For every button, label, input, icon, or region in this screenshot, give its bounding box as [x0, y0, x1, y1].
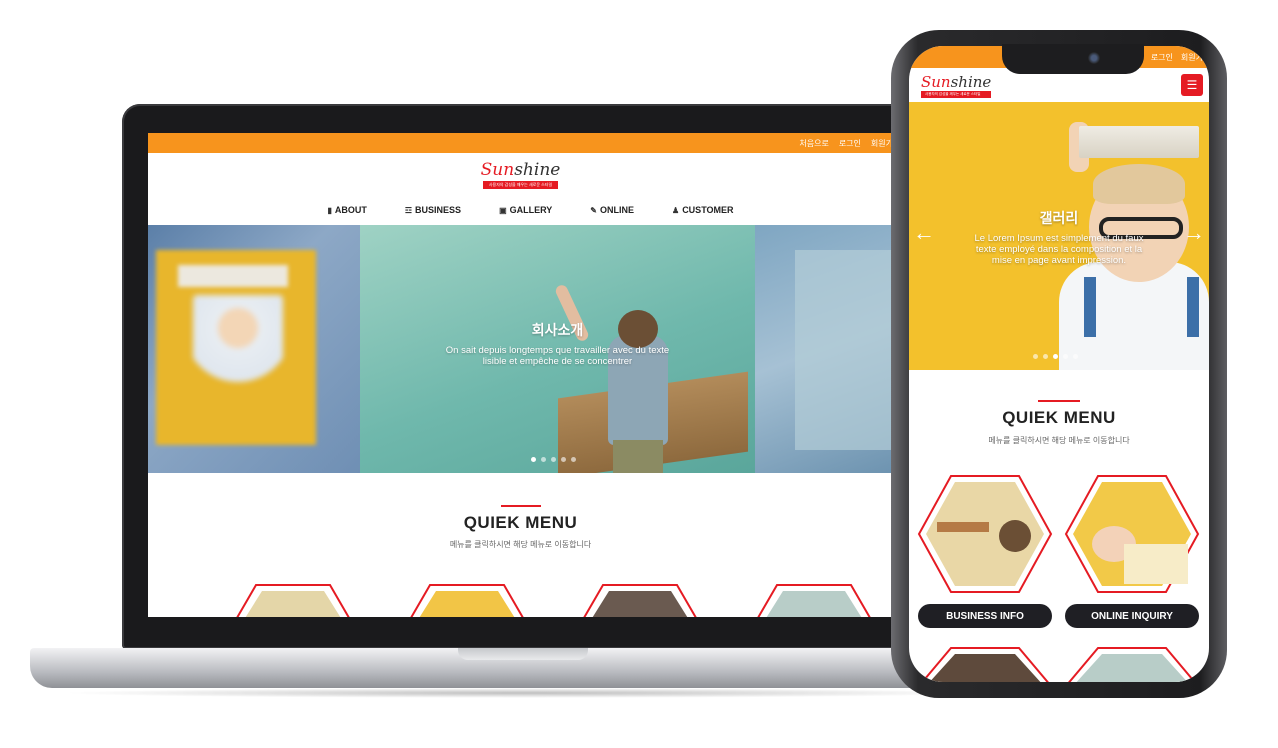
- nav-item-business[interactable]: ☲ BUSINESS: [405, 205, 461, 215]
- quick-menu-title: QUIEK MENU: [1002, 408, 1116, 427]
- business-info-button[interactable]: BUSINESS INFO: [918, 604, 1052, 628]
- edit-icon: ✎: [590, 205, 597, 215]
- hero-desc-line: mise en page avant impression.: [991, 254, 1127, 266]
- logo-tagline: 사용자의 감성을 깨우는 새로운 스타일: [921, 90, 992, 98]
- logo-wordmark: Sunshine: [921, 73, 991, 91]
- slider-dot[interactable]: [1073, 354, 1078, 359]
- quick-menu-accent-bar: [1038, 400, 1080, 402]
- hero-caption: 회사소개 On sait depuis longtemps que travai…: [360, 320, 755, 368]
- slider-dots: [531, 457, 576, 462]
- quick-menu-hex-item[interactable]: [408, 583, 526, 617]
- hero-slider[interactable]: 회사소개 On sait depuis longtemps que travai…: [148, 225, 893, 473]
- sitemap-icon: ☲: [404, 205, 413, 215]
- logo-shine: shine: [950, 72, 992, 91]
- nav-label: ONLINE: [600, 205, 635, 215]
- logo-sun: Sun: [480, 159, 515, 180]
- quick-menu-hex-grid: BUSINESS INFO ONLINE INQUIRY: [909, 474, 1209, 682]
- nav-item-gallery[interactable]: ▣ GALLERY: [499, 205, 552, 215]
- hero-title: 회사소개: [531, 322, 584, 338]
- quick-menu-section: QUIEK MENU 메뉴를 클릭하시면 해당 메뉴로 이동합니다: [909, 370, 1209, 446]
- logo-sun: Sun: [921, 72, 951, 91]
- hero-description: Le Lorem Ipsum est simplement du faux te…: [929, 233, 1189, 267]
- laptop-shadow: [60, 688, 990, 698]
- quick-menu-section: QUIEK MENU 메뉴를 클릭하시면 해당 메뉴로 이동합니다: [148, 473, 893, 550]
- quick-menu-hex-item[interactable]: [755, 583, 873, 617]
- signup-link[interactable]: 회원가: [871, 138, 893, 149]
- nav-label: ABOUT: [334, 205, 367, 215]
- nav-item-about[interactable]: ▮ ABOUT: [327, 205, 366, 215]
- hero-pilot-legs: [613, 440, 663, 473]
- slider-dot[interactable]: [571, 457, 576, 462]
- quick-menu-title: QUIEK MENU: [463, 513, 578, 532]
- quick-menu-hex-item[interactable]: [234, 583, 352, 617]
- nav-item-online[interactable]: ✎ ONLINE: [590, 205, 634, 215]
- slider-dot[interactable]: [1043, 354, 1048, 359]
- hero-description: On sait depuis longtemps que travailler …: [360, 345, 755, 368]
- slider-dot[interactable]: [551, 457, 556, 462]
- online-inquiry-button[interactable]: ONLINE INQUIRY: [1065, 604, 1199, 628]
- slider-dot[interactable]: [1063, 354, 1068, 359]
- nav-label: BUSINESS: [415, 205, 462, 215]
- home-link[interactable]: 처음으로: [799, 138, 828, 149]
- quick-menu-hex-item[interactable]: [1064, 474, 1200, 599]
- slider-dot[interactable]: [531, 457, 536, 462]
- hero-kid-hair: [1093, 164, 1185, 204]
- login-link[interactable]: 로그인: [1151, 52, 1173, 63]
- laptop-screen: 처음으로 로그인 회원가 Sunshine 사용자의 감성을 깨우는 새로운 스…: [148, 133, 893, 617]
- quick-menu-hex-item[interactable]: [581, 583, 699, 617]
- slider-dot[interactable]: [561, 457, 566, 462]
- hero-books: [1079, 126, 1199, 158]
- hamburger-icon: ☰: [1186, 78, 1198, 92]
- hero-strap: [1187, 277, 1199, 337]
- phone-hero-slider[interactable]: ← → 갤러리 Le Lorem Ipsum est simplement du…: [909, 102, 1209, 370]
- hamburger-menu-button[interactable]: ☰: [1181, 74, 1203, 96]
- users-icon: ♟: [672, 205, 680, 215]
- nav-label: GALLERY: [509, 205, 553, 215]
- quick-menu-subtitle: 메뉴를 클릭하시면 해당 메뉴로 이동합니다: [988, 436, 1130, 445]
- slider-dot[interactable]: [541, 457, 546, 462]
- laptop-topbar: 처음으로 로그인 회원가: [148, 133, 893, 153]
- logo[interactable]: Sunshine 사용자의 감성을 깨우는 새로운 스타일: [148, 153, 893, 195]
- logo-wordmark: Sunshine: [481, 160, 561, 180]
- hero-desc-line: lisible et empêche de se concentrer: [482, 355, 633, 367]
- quick-menu-hex-row: [148, 583, 893, 617]
- quick-menu-accent-bar: [500, 505, 541, 507]
- nav-label: CUSTOMER: [682, 205, 734, 215]
- logo-tagline: 사용자의 감성을 깨우는 새로운 스타일: [482, 180, 559, 189]
- document-icon: ▮: [327, 205, 332, 215]
- slider-dots: [1033, 354, 1078, 359]
- slider-dot[interactable]: [1033, 354, 1038, 359]
- main-nav: ▮ ABOUT ☲ BUSINESS ▣ GALLERY ✎ ONLINE ♟ …: [148, 195, 893, 225]
- hero-next-slide-image: [755, 225, 893, 473]
- hero-strap: [1084, 277, 1096, 337]
- hero-title: 갤러리: [1039, 210, 1079, 226]
- image-icon: ▣: [499, 205, 507, 215]
- nav-item-customer[interactable]: ♟ CUSTOMER: [672, 205, 734, 215]
- logo[interactable]: Sunshine 사용자의 감성을 깨우는 새로운 스타일: [921, 73, 992, 98]
- logo-shine: shine: [514, 159, 561, 180]
- quick-menu-hex-item[interactable]: [1064, 646, 1200, 682]
- camera-icon: [1088, 52, 1100, 64]
- phone-screen: 로그인 회원가 Sunshine 사용자의 감성을 깨우는 새로운 스타일 ☰ …: [909, 46, 1209, 682]
- login-link[interactable]: 로그인: [839, 138, 861, 149]
- quick-menu-hex-item[interactable]: [917, 646, 1053, 682]
- hero-caption: 갤러리 Le Lorem Ipsum est simplement du fau…: [929, 208, 1189, 267]
- slider-dot[interactable]: [1053, 354, 1058, 359]
- hero-prev-slide-image: [148, 225, 360, 473]
- phone-notch: [1002, 44, 1144, 74]
- quick-menu-hex-item[interactable]: [917, 474, 1053, 599]
- quick-menu-subtitle: 메뉴를 클릭하시면 해당 메뉴로 이동합니다: [449, 540, 592, 549]
- laptop-hinge-notch: [458, 648, 588, 660]
